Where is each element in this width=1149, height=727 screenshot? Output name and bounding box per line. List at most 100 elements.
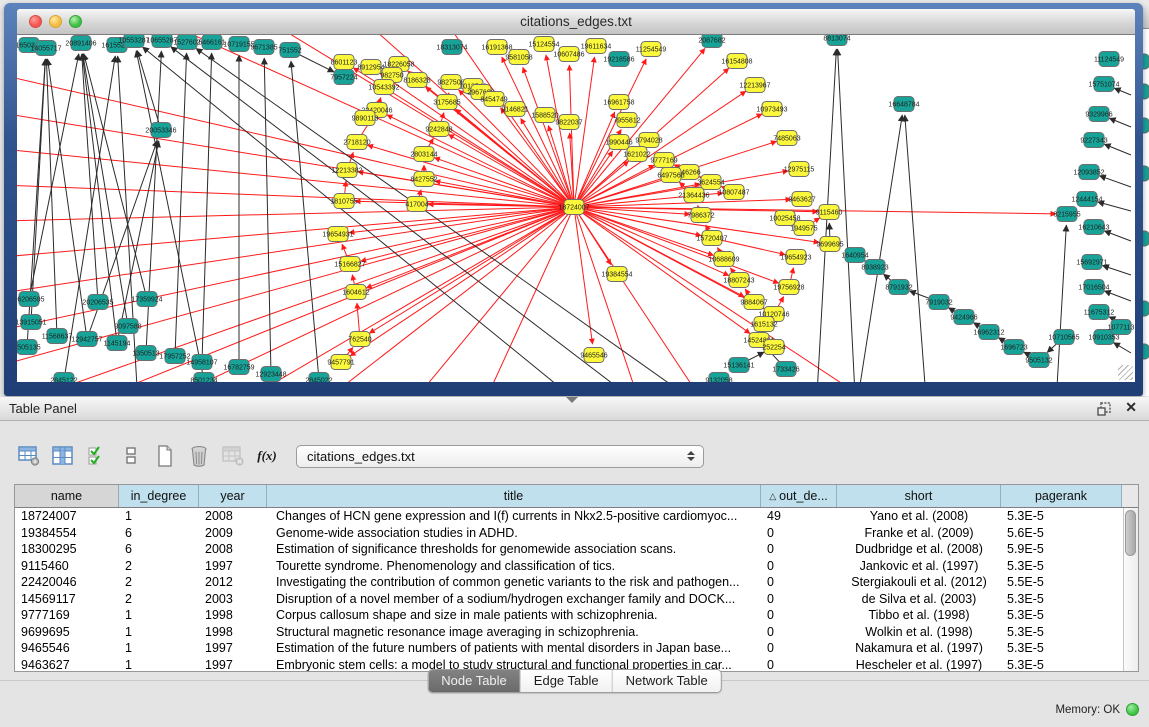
column-header-title[interactable]: title [267,485,761,507]
table-row[interactable]: 1938455462009Genome-wide association stu… [15,525,1138,542]
table-cell[interactable]: Stergiakouli et al. (2012) [837,574,1001,591]
memory-status-dot[interactable] [1126,703,1139,716]
table-cell[interactable]: 2 [119,558,199,575]
table-cell[interactable]: 9463627 [15,657,119,673]
select-columns-button[interactable] [84,442,110,470]
table-cell[interactable]: 5.6E-5 [1001,525,1122,542]
vertical-scrollbar[interactable] [1123,508,1138,671]
table-cell[interactable]: 9115460 [15,558,119,575]
table-cell[interactable]: 5.5E-5 [1001,574,1122,591]
table-cell[interactable]: 1 [119,607,199,624]
tab-edge-table[interactable]: Edge Table [521,670,613,692]
table-row[interactable]: 977716911998Corpus callosum shape and si… [15,607,1138,624]
table-cell[interactable]: 5.3E-5 [1001,607,1122,624]
table-cell[interactable]: 49 [761,508,837,525]
table-cell[interactable]: 0 [761,558,837,575]
table-cell[interactable]: 0 [761,525,837,542]
table-cell[interactable]: 1997 [199,640,267,657]
network-window[interactable]: citations_edges.txt 16503121405571720891… [4,3,1143,396]
table-cell[interactable]: Wolkin et al. (1998) [837,624,1001,641]
table-cell[interactable]: 14569117 [15,591,119,608]
table-row[interactable]: 911546021997Tourette syndrome. Phenomeno… [15,558,1138,575]
table-cell[interactable]: 6 [119,541,199,558]
create-column-button[interactable] [152,442,178,470]
table-cell[interactable]: 19384554 [15,525,119,542]
table-cell[interactable]: 9699695 [15,624,119,641]
table-cell[interactable]: 0 [761,541,837,558]
table-cell[interactable]: 0 [761,624,837,641]
table-cell[interactable]: Estimation of significance thresholds fo… [267,541,761,558]
table-cell[interactable]: 1997 [199,558,267,575]
table-cell[interactable]: 2003 [199,591,267,608]
table-cell[interactable]: 9777169 [15,607,119,624]
table-cell[interactable]: 2009 [199,525,267,542]
table-cell[interactable]: Yano et al. (2008) [837,508,1001,525]
table-cell[interactable]: 22420046 [15,574,119,591]
table-cell[interactable]: 0 [761,640,837,657]
table-cell[interactable]: Changes of HCN gene expression and I(f) … [267,508,761,525]
tab-node-table[interactable]: Node Table [428,670,521,692]
table-cell[interactable]: Tourette syndrome. Phenomenology and cla… [267,558,761,575]
table-cell[interactable]: Estimation of the future numbers of pati… [267,640,761,657]
table-cell[interactable]: Corpus callosum shape and size in male p… [267,607,761,624]
table-row[interactable]: 1872400712008Changes of HCN gene express… [15,508,1138,525]
close-panel-icon[interactable]: ✕ [1125,399,1137,416]
table-cell[interactable]: 2 [119,574,199,591]
table-cell[interactable]: 0 [761,657,837,673]
network-window-titlebar[interactable]: citations_edges.txt [17,9,1135,35]
table-cell[interactable]: 1 [119,657,199,673]
table-cell[interactable]: 1 [119,508,199,525]
table-selector-dropdown[interactable]: citations_edges.txt [296,445,704,468]
column-header-in-degree[interactable]: in_degree [119,485,199,507]
table-cell[interactable]: 0 [761,574,837,591]
table-cell[interactable]: 1 [119,640,199,657]
table-row[interactable]: 969969511998Structural magnetic resonanc… [15,624,1138,641]
show-columns-button[interactable] [50,442,76,470]
table-cell[interactable]: Nakamura et al. (1997) [837,640,1001,657]
table-cell[interactable]: 18300295 [15,541,119,558]
table-cell[interactable]: 5.3E-5 [1001,657,1122,673]
table-cell[interactable]: 0 [761,607,837,624]
column-header-short[interactable]: short [837,485,1001,507]
table-row[interactable]: 2242004622012Investigating the contribut… [15,574,1138,591]
table-options-button[interactable] [16,442,42,470]
table-cell[interactable]: 5.3E-5 [1001,624,1122,641]
panel-splitter-handle[interactable] [566,397,578,403]
table-cell[interactable]: 6 [119,525,199,542]
table-cell[interactable]: Hescheler et al. (1997) [837,657,1001,673]
scrollbar-thumb[interactable] [1125,510,1136,556]
delete-columns-button[interactable] [186,442,212,470]
network-canvas[interactable]: 1650312140557172089140616155275105532871… [17,35,1135,382]
table-cell[interactable]: 2008 [199,541,267,558]
table-cell[interactable]: Structural magnetic resonance image aver… [267,624,761,641]
table-cell[interactable]: Tibbo et al. (1998) [837,607,1001,624]
table-cell[interactable]: 2008 [199,508,267,525]
table-cell[interactable]: 5.3E-5 [1001,558,1122,575]
table-cell[interactable]: Genome-wide association studies in ADHD. [267,525,761,542]
table-cell[interactable]: 1997 [199,657,267,673]
table-cell[interactable]: 1 [119,624,199,641]
float-panel-icon[interactable] [1097,402,1111,416]
table-cell[interactable]: 2 [119,591,199,608]
table-cell[interactable]: 18724007 [15,508,119,525]
table-cell[interactable]: de Silva et al. (2003) [837,591,1001,608]
table-row[interactable]: 946554611997Estimation of the future num… [15,640,1138,657]
table-cell[interactable]: 9465546 [15,640,119,657]
table-row[interactable]: 1456911722003Disruption of a novel membe… [15,591,1138,608]
column-header-out-de-[interactable]: △out_de... [761,485,837,507]
table-cell[interactable]: 5.9E-5 [1001,541,1122,558]
table-cell[interactable]: 5.3E-5 [1001,508,1122,525]
column-header-pagerank[interactable]: pagerank [1001,485,1122,507]
resize-grip[interactable] [1118,365,1133,380]
table-cell[interactable]: 0 [761,591,837,608]
table-cell[interactable]: 2012 [199,574,267,591]
table-cell[interactable]: Franke et al. (2009) [837,525,1001,542]
delete-table-button[interactable] [220,442,246,470]
column-header-name[interactable]: name [15,485,119,507]
table-row[interactable]: 1830029562008Estimation of significance … [15,541,1138,558]
column-header-year[interactable]: year [199,485,267,507]
table-cell[interactable]: 5.3E-5 [1001,591,1122,608]
table-cell[interactable]: Investigating the contribution of common… [267,574,761,591]
table-cell[interactable]: Jankovic et al. (1997) [837,558,1001,575]
table-cell[interactable]: 5.3E-5 [1001,640,1122,657]
